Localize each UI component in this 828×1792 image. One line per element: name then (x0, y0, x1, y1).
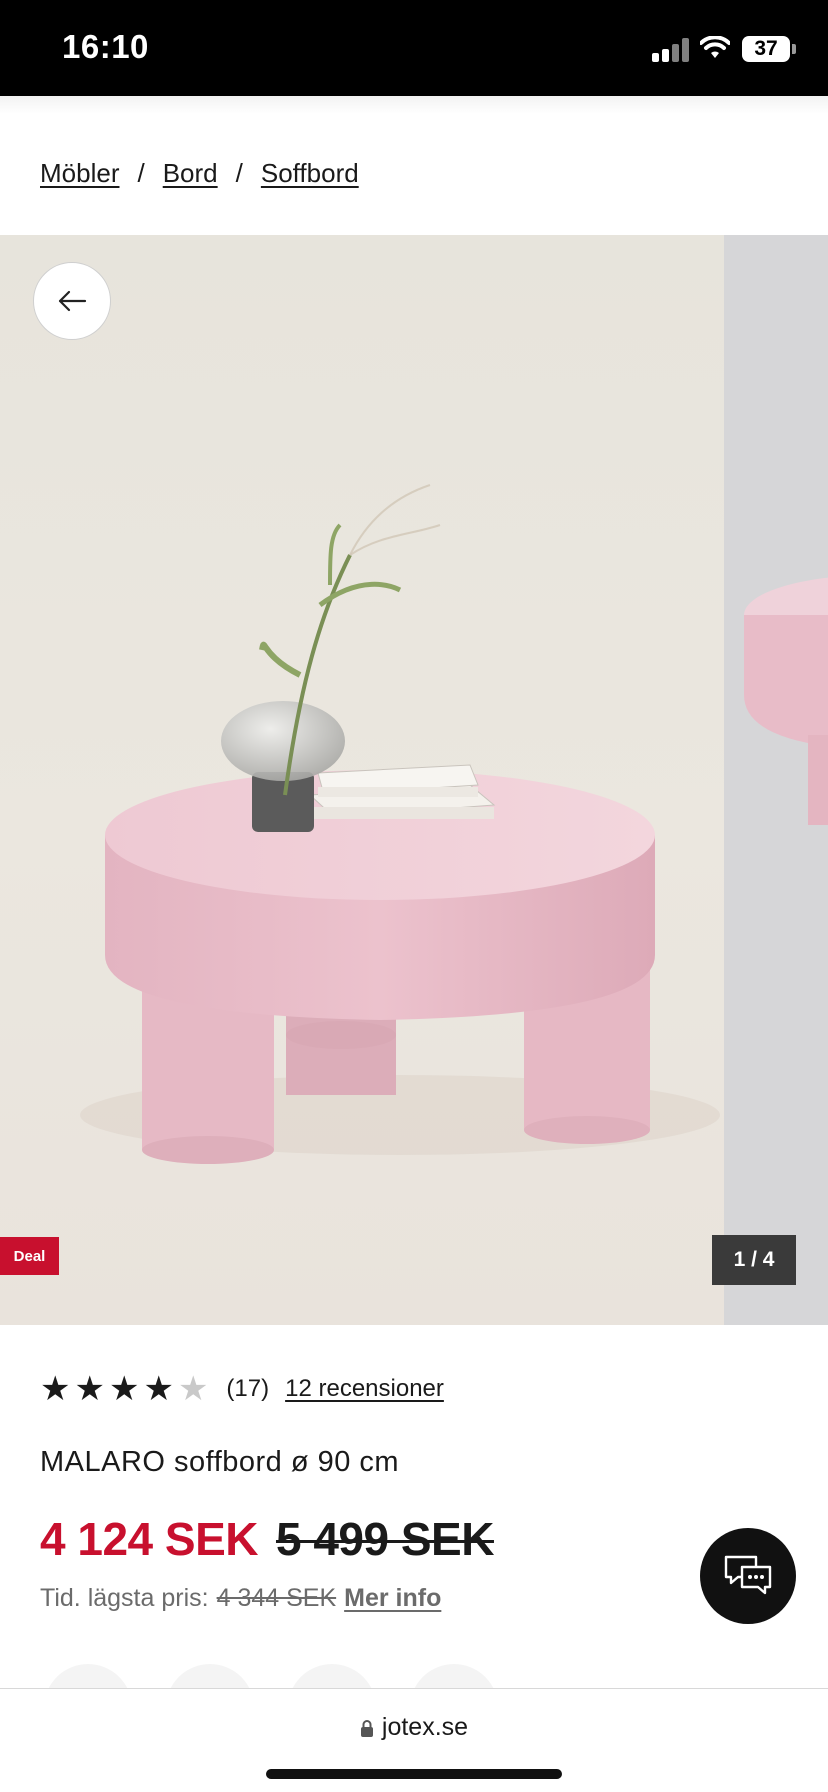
rating-count: (17) (226, 1375, 270, 1402)
url-text: jotex.se (381, 1713, 469, 1741)
breadcrumb-link-bord[interactable]: Bord (163, 158, 218, 189)
arrow-left-icon (58, 290, 87, 312)
status-time: 16:10 (62, 28, 149, 65)
next-product-image[interactable] (724, 235, 828, 1325)
star-filled-icon: ★ (40, 1370, 71, 1408)
browser-address-bar: jotex.se (0, 1688, 828, 1792)
more-info-link[interactable]: Mer info (344, 1584, 441, 1613)
product-rating: ★ ★ ★ ★ ★ (17) 12 recensioner (40, 1372, 444, 1406)
star-filled-icon: ★ (108, 1370, 140, 1408)
header-shadow (0, 96, 828, 114)
wifi-icon (700, 36, 730, 58)
lowest-price-value: 4 344 SEK (216, 1584, 337, 1612)
lowest-price-label: Tid. lägsta pris: (40, 1584, 209, 1612)
pink-table-illustration (80, 484, 720, 1164)
breadcrumb: Möbler / Bord / Soffbord (40, 158, 359, 189)
breadcrumb-separator: / (235, 158, 243, 188)
breadcrumb-link-mobler[interactable]: Möbler (40, 158, 119, 189)
signal-icon (652, 38, 692, 62)
battery-icon: 37 (742, 36, 790, 62)
star-filled-icon: ★ (143, 1370, 174, 1408)
home-indicator[interactable] (266, 1769, 562, 1779)
original-price: 5 499 SEK (275, 1513, 494, 1565)
lowest-price-info: Tid. lägsta pris: 4 344 SEK Mer info (40, 1584, 441, 1613)
price-row: 4 124 SEK 5 499 SEK (40, 1512, 494, 1566)
star-filled-icon: ★ (74, 1370, 105, 1408)
star-empty-icon: ★ (177, 1370, 209, 1408)
chat-icon (724, 1555, 772, 1595)
product-gallery[interactable] (0, 235, 828, 1325)
url-field[interactable]: jotex.se (0, 1713, 828, 1742)
breadcrumb-link-soffbord[interactable]: Soffbord (261, 158, 359, 189)
next-image-preview (744, 577, 828, 825)
star-rating: ★ ★ ★ ★ ★ (40, 1372, 208, 1406)
product-image[interactable] (0, 235, 724, 1325)
chat-button[interactable] (700, 1528, 796, 1624)
status-bar: 16:10 37 (0, 0, 828, 96)
battery-cap (792, 44, 796, 54)
lock-icon (360, 1719, 373, 1737)
current-price: 4 124 SEK (40, 1513, 258, 1565)
image-counter: 1 / 4 (712, 1235, 796, 1285)
product-title: MALARO soffbord ø 90 cm (40, 1446, 400, 1478)
deal-badge: Deal (0, 1237, 59, 1275)
reviews-link[interactable]: 12 recensioner (285, 1375, 444, 1403)
back-button[interactable] (33, 262, 111, 340)
breadcrumb-separator: / (137, 158, 145, 188)
